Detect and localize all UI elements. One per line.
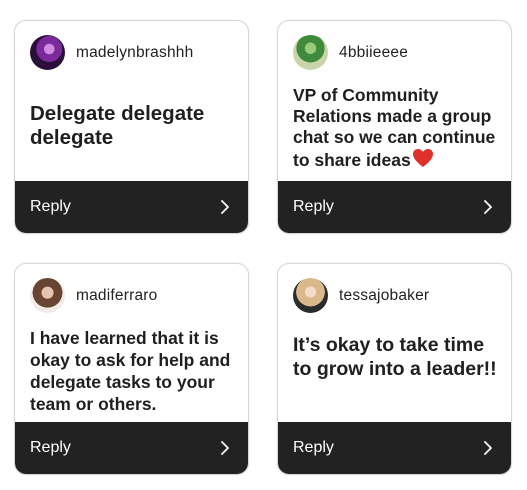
reply-button[interactable]: Reply xyxy=(278,181,511,233)
reply-card: 4bbiieeee VP of Community Relations made… xyxy=(277,20,512,234)
message-text: VP of Community Relations made a group c… xyxy=(293,85,508,171)
message-text: Delegate delegate delegate xyxy=(30,102,205,149)
message-text: It’s okay to take time to grow into a le… xyxy=(293,334,497,380)
reply-card: madelynbrashhh Delegate delegate delegat… xyxy=(14,20,249,234)
username[interactable]: 4bbiieeee xyxy=(339,44,408,62)
chevron-right-icon xyxy=(484,441,492,455)
card-header: 4bbiieeee xyxy=(293,35,408,70)
reply-card: tessajobaker It’s okay to take time to g… xyxy=(277,263,512,475)
reply-label: Reply xyxy=(30,439,71,456)
red-heart-icon xyxy=(412,149,433,167)
avatar[interactable] xyxy=(293,278,328,313)
card-header: madelynbrashhh xyxy=(30,35,193,70)
reply-button[interactable]: Reply xyxy=(15,422,248,474)
avatar[interactable] xyxy=(30,35,65,70)
reply-card: madiferraro I have learned that it is ok… xyxy=(14,263,249,475)
reply-button[interactable]: Reply xyxy=(278,422,511,474)
reply-label: Reply xyxy=(293,439,334,456)
reply-button[interactable]: Reply xyxy=(15,181,248,233)
reply-label: Reply xyxy=(293,198,334,215)
avatar[interactable] xyxy=(30,278,65,313)
card-header: madiferraro xyxy=(30,278,157,313)
avatar[interactable] xyxy=(293,35,328,70)
chevron-right-icon xyxy=(484,200,492,214)
reply-label: Reply xyxy=(30,198,71,215)
message-body: VP of Community Relations made a group c… xyxy=(293,85,496,170)
message-text: I have learned that it is okay to ask fo… xyxy=(30,328,231,414)
card-header: tessajobaker xyxy=(293,278,429,313)
username[interactable]: madelynbrashhh xyxy=(76,44,193,62)
username[interactable]: tessajobaker xyxy=(339,287,429,305)
chevron-right-icon xyxy=(221,441,229,455)
chevron-right-icon xyxy=(221,200,229,214)
username[interactable]: madiferraro xyxy=(76,287,157,305)
